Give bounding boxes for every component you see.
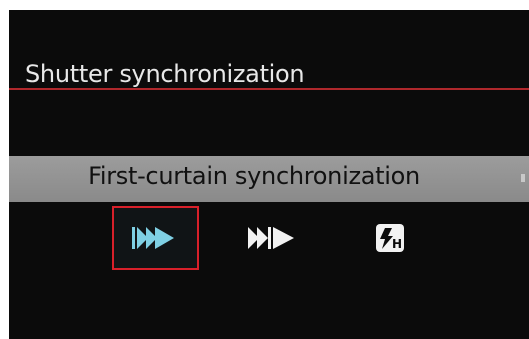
second-curtain-sync-option[interactable] — [228, 206, 315, 270]
first-curtain-sync-icon — [131, 227, 174, 249]
scroll-marker — [521, 174, 525, 182]
menu-title: Shutter synchronization — [25, 60, 305, 88]
high-speed-sync-option[interactable]: H — [346, 206, 433, 270]
high-speed-sync-icon: H — [375, 224, 404, 252]
high-speed-sync-label: H — [391, 237, 401, 251]
selected-option-bar: First-curtain synchronization — [9, 156, 529, 202]
title-divider — [9, 88, 529, 90]
first-curtain-sync-option[interactable] — [112, 206, 199, 270]
camera-menu-screen: Shutter synchronization First-curtain sy… — [9, 10, 529, 339]
second-curtain-sync-icon — [247, 227, 294, 249]
selected-option-label: First-curtain synchronization — [88, 162, 420, 190]
